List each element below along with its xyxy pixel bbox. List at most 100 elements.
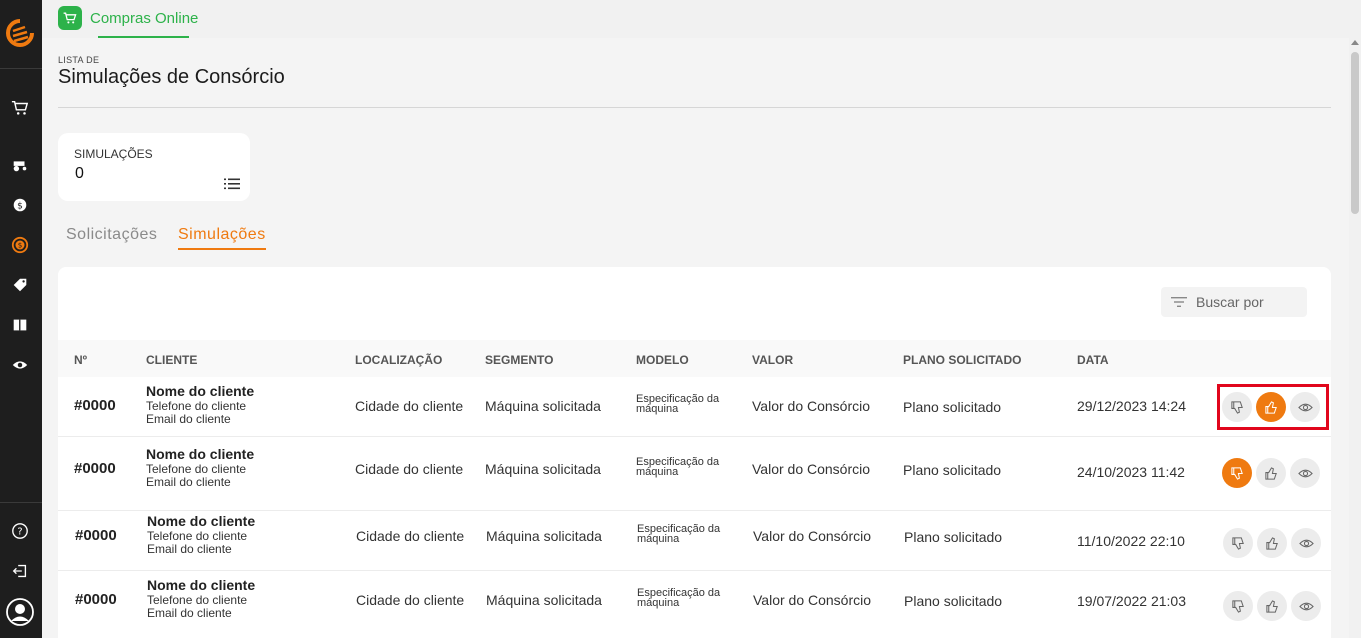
col-header-date: DATA <box>1077 353 1109 367</box>
eye-icon <box>1297 469 1313 477</box>
stat-label: SIMULAÇÕES <box>74 147 153 161</box>
reject-button[interactable] <box>1223 591 1253 621</box>
view-button[interactable] <box>1291 528 1321 558</box>
stat-value: 0 <box>75 165 84 182</box>
sidebar: $ $ ? <box>0 0 42 638</box>
svg-text:$: $ <box>17 202 23 212</box>
thumbs-down-icon <box>1230 466 1243 480</box>
client-email: Email do cliente <box>147 542 232 556</box>
thumbs-down-icon <box>1231 536 1244 550</box>
plan: Plano solicitado <box>903 399 1002 415</box>
table-row: #0000 Nome do cliente Telefone do client… <box>58 437 1331 511</box>
date: 24/10/2023 11:42 <box>1077 464 1185 480</box>
list-icon <box>224 177 240 195</box>
reject-button[interactable] <box>1222 392 1252 422</box>
consortium-icon[interactable]: $ <box>9 234 31 256</box>
help-icon[interactable]: ? <box>9 520 31 542</box>
approve-button[interactable] <box>1256 392 1286 422</box>
tab-solicitacoes[interactable]: Solicitações <box>66 226 157 244</box>
client-name: Nome do cliente <box>147 513 256 529</box>
user-avatar-icon[interactable] <box>5 597 35 627</box>
model: Especificação da máquina <box>637 587 721 609</box>
page-title: Simulações de Consórcio <box>58 66 285 88</box>
value: Valor do Consórcio <box>752 398 871 414</box>
tab-simulacoes[interactable]: Simulações <box>178 226 266 250</box>
model: Especificação da máquina <box>636 456 720 478</box>
simulations-table-panel: Buscar por Nº CLIENTE LOCALIZAÇÃO SEGMEN… <box>58 267 1331 638</box>
col-header-client: CLIENTE <box>146 353 198 367</box>
cart-icon[interactable] <box>9 97 31 119</box>
eye-icon[interactable] <box>9 354 31 376</box>
segment: Máquina solicitada <box>486 592 602 608</box>
table-row: #0000 Nome do cliente Telefone do client… <box>58 571 1331 638</box>
location: Cidade do cliente <box>356 592 465 608</box>
reject-button[interactable] <box>1222 458 1252 488</box>
location: Cidade do cliente <box>356 528 465 544</box>
col-header-number: Nº <box>74 353 88 367</box>
tab-label: Compras Online <box>90 10 199 27</box>
approve-button[interactable] <box>1256 458 1286 488</box>
svg-text:?: ? <box>17 527 22 538</box>
client-name: Nome do cliente <box>146 446 255 462</box>
thumbs-up-icon <box>1264 400 1277 414</box>
model: Especificação da máquina <box>636 393 720 415</box>
thumbs-up-icon <box>1265 536 1278 550</box>
scrollbar[interactable] <box>1349 38 1361 638</box>
eye-icon <box>1298 539 1314 547</box>
plan: Plano solicitado <box>904 593 1003 609</box>
table-header: Nº CLIENTE LOCALIZAÇÃO SEGMENTO MODELO V… <box>58 340 1331 377</box>
table-row: #0000 Nome do cliente Telefone do client… <box>58 511 1331 571</box>
page-eyebrow: LISTA DE <box>58 55 100 65</box>
view-button[interactable] <box>1290 392 1320 422</box>
value: Valor do Consórcio <box>753 528 872 544</box>
col-header-location: LOCALIZAÇÃO <box>355 353 443 367</box>
client-email: Email do cliente <box>146 412 231 426</box>
client-email: Email do cliente <box>147 606 232 620</box>
approve-button[interactable] <box>1257 591 1287 621</box>
col-header-model: MODELO <box>636 353 689 367</box>
row-number: #0000 <box>75 527 117 544</box>
scroll-up-arrow-icon[interactable] <box>1351 40 1359 45</box>
thumbs-up-icon <box>1265 599 1278 613</box>
client-email: Email do cliente <box>146 475 231 489</box>
eye-icon <box>1298 602 1314 610</box>
tractor-icon[interactable] <box>9 154 31 176</box>
approve-button[interactable] <box>1257 528 1287 558</box>
tag-icon[interactable] <box>9 274 31 296</box>
sidebar-divider <box>0 68 42 69</box>
location: Cidade do cliente <box>355 461 464 477</box>
client-name: Nome do cliente <box>146 383 255 399</box>
logo-icon[interactable] <box>5 18 35 48</box>
reject-button[interactable] <box>1223 528 1253 558</box>
logout-icon[interactable] <box>9 560 31 582</box>
cart-icon <box>58 6 82 30</box>
eye-icon <box>1297 403 1313 411</box>
col-header-value: VALOR <box>752 353 794 367</box>
row-number: #0000 <box>74 460 116 477</box>
thumbs-down-icon <box>1230 400 1243 414</box>
segment: Máquina solicitada <box>485 398 601 414</box>
plan: Plano solicitado <box>903 462 1002 478</box>
search-input[interactable]: Buscar por <box>1161 287 1307 317</box>
thumbs-down-icon <box>1231 599 1244 613</box>
divider <box>58 107 1331 108</box>
col-header-segment: SEGMENTO <box>485 353 554 367</box>
main-content: LISTA DE Simulações de Consórcio SIMULAÇ… <box>42 38 1349 638</box>
tab-compras-online[interactable]: Compras Online <box>58 6 198 38</box>
value: Valor do Consórcio <box>752 461 871 477</box>
row-number: #0000 <box>74 397 116 414</box>
view-button[interactable] <box>1291 591 1321 621</box>
sidebar-divider <box>0 502 42 503</box>
scrollbar-thumb[interactable] <box>1351 52 1359 214</box>
search-placeholder: Buscar por <box>1196 294 1264 310</box>
stat-card-simulacoes: SIMULAÇÕES 0 <box>58 133 250 201</box>
location: Cidade do cliente <box>355 398 464 414</box>
ticket-icon[interactable] <box>9 314 31 336</box>
date: 29/12/2023 14:24 <box>1077 398 1186 414</box>
view-button[interactable] <box>1290 458 1320 488</box>
value: Valor do Consórcio <box>753 592 872 608</box>
client-name: Nome do cliente <box>147 577 256 593</box>
plan: Plano solicitado <box>904 529 1003 545</box>
top-tab-bar: Compras Online <box>42 0 1361 38</box>
money-icon[interactable]: $ <box>9 194 31 216</box>
